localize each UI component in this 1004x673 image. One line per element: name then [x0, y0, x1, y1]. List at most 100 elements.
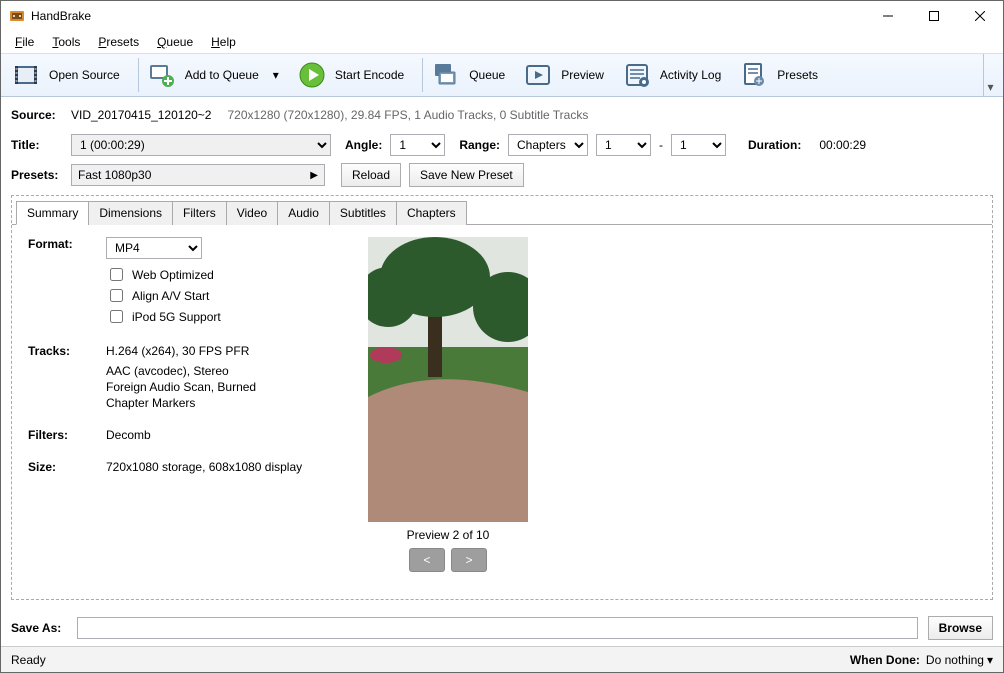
preview-next-button[interactable]: > — [451, 548, 487, 572]
queue-button[interactable]: Queue — [427, 58, 519, 92]
tab-body: Format: MP4 Web Optimized Align A/V Star… — [12, 225, 992, 599]
duration-label: Duration: — [748, 138, 801, 152]
chevron-down-icon: ▾ — [273, 68, 279, 82]
add-to-queue-label: Add to Queue — [185, 68, 259, 82]
track-line: AAC (avcodec), Stereo — [106, 364, 328, 378]
format-label: Format: — [28, 237, 106, 259]
start-encode-button[interactable]: Start Encode — [293, 58, 418, 92]
tab-dimensions[interactable]: Dimensions — [88, 201, 173, 225]
range-type-select[interactable]: Chapters — [508, 134, 588, 156]
menubar: File Tools Presets Queue Help — [1, 31, 1003, 53]
presets-button[interactable]: Presets — [735, 58, 832, 92]
range-from-select[interactable]: 1 — [596, 134, 651, 156]
ipod-checkbox[interactable]: iPod 5G Support — [106, 307, 328, 326]
queue-label: Queue — [469, 68, 505, 82]
open-source-label: Open Source — [49, 68, 120, 82]
save-as-input[interactable] — [77, 617, 918, 639]
toolbar: Open Source Add to Queue ▾ Start Encode … — [1, 53, 1003, 97]
source-label: Source: — [11, 108, 63, 122]
tab-filters[interactable]: Filters — [172, 201, 227, 225]
title-select[interactable]: 1 (00:00:29) — [71, 134, 331, 156]
tab-panel: Summary Dimensions Filters Video Audio S… — [11, 195, 993, 600]
tab-video[interactable]: Video — [226, 201, 278, 225]
save-new-preset-button[interactable]: Save New Preset — [409, 163, 524, 187]
window-title: HandBrake — [31, 9, 865, 23]
tracks-label: Tracks: — [28, 344, 106, 358]
toolbar-separator — [138, 58, 139, 92]
preview-thumbnail — [368, 237, 528, 522]
angle-label: Angle: — [345, 138, 382, 152]
open-source-button[interactable]: Open Source — [7, 58, 134, 92]
when-done-dropdown[interactable]: Do nothing ▾ — [926, 653, 993, 667]
chevron-right-icon: ▶ — [310, 170, 318, 181]
start-encode-label: Start Encode — [335, 68, 404, 82]
queue-icon — [433, 62, 459, 88]
main-content: Source: VID_20170415_120120~2 720x1280 (… — [1, 97, 1003, 646]
play-icon — [299, 62, 325, 88]
menu-file[interactable]: File — [7, 33, 42, 51]
range-separator: - — [659, 138, 663, 152]
tab-summary[interactable]: Summary — [16, 201, 89, 225]
toolbar-overflow[interactable]: ▾ — [983, 54, 997, 96]
preview-button[interactable]: Preview — [519, 58, 618, 92]
presets-icon — [741, 62, 767, 88]
web-optimized-checkbox[interactable]: Web Optimized — [106, 265, 328, 284]
presets-label: Presets — [777, 68, 818, 82]
queue-add-icon — [149, 62, 175, 88]
minimize-button[interactable] — [865, 1, 911, 31]
tab-audio[interactable]: Audio — [277, 201, 330, 225]
save-as-row: Save As: Browse — [11, 606, 993, 646]
presets-row: Presets: Fast 1080p30 ▶ Reload Save New … — [11, 163, 993, 187]
menu-presets[interactable]: Presets — [90, 33, 147, 51]
size-value: 720x1080 storage, 608x1080 display — [106, 460, 302, 474]
range-label: Range: — [459, 138, 500, 152]
app-icon — [9, 8, 25, 24]
source-meta: 720x1280 (720x1280), 29.84 FPS, 1 Audio … — [227, 108, 588, 122]
preset-combo[interactable]: Fast 1080p30 ▶ — [71, 164, 325, 186]
title-row: Title: 1 (00:00:29) Angle: 1 Range: Chap… — [11, 133, 993, 157]
preset-value: Fast 1080p30 — [78, 168, 151, 182]
menu-tools[interactable]: Tools — [44, 33, 88, 51]
filters-label: Filters: — [28, 428, 106, 442]
track-line: Chapter Markers — [106, 396, 328, 410]
filters-value: Decomb — [106, 428, 151, 442]
preview-area: Preview 2 of 10 < > — [368, 237, 528, 587]
summary-left: Format: MP4 Web Optimized Align A/V Star… — [28, 237, 328, 587]
close-button[interactable] — [957, 1, 1003, 31]
activity-icon — [624, 62, 650, 88]
preview-icon — [525, 62, 551, 88]
activity-log-button[interactable]: Activity Log — [618, 58, 735, 92]
menu-help[interactable]: Help — [203, 33, 244, 51]
activity-log-label: Activity Log — [660, 68, 721, 82]
tabs: Summary Dimensions Filters Video Audio S… — [12, 196, 992, 225]
preview-nav: < > — [409, 548, 487, 572]
align-av-checkbox[interactable]: Align A/V Start — [106, 286, 328, 305]
preview-label: Preview — [561, 68, 604, 82]
add-to-queue-button[interactable]: Add to Queue ▾ — [143, 58, 293, 92]
presets-label: Presets: — [11, 168, 63, 182]
when-done-value: Do nothing — [926, 653, 984, 667]
maximize-button[interactable] — [911, 1, 957, 31]
track-line: Foreign Audio Scan, Burned — [106, 380, 328, 394]
when-done-label: When Done: — [850, 653, 920, 667]
titlebar: HandBrake — [1, 1, 1003, 31]
source-name: VID_20170415_120120~2 — [71, 108, 211, 122]
reload-button[interactable]: Reload — [341, 163, 401, 187]
save-as-label: Save As: — [11, 621, 67, 635]
status-text: Ready — [11, 653, 850, 667]
menu-queue[interactable]: Queue — [149, 33, 201, 51]
duration-value: 00:00:29 — [819, 138, 866, 152]
format-select[interactable]: MP4 — [106, 237, 202, 259]
tab-subtitles[interactable]: Subtitles — [329, 201, 397, 225]
size-label: Size: — [28, 460, 106, 474]
preview-caption: Preview 2 of 10 — [407, 528, 490, 542]
angle-select[interactable]: 1 — [390, 134, 445, 156]
track-line: H.264 (x264), 30 FPS PFR — [106, 344, 249, 358]
chevron-down-icon: ▾ — [987, 653, 993, 667]
tab-chapters[interactable]: Chapters — [396, 201, 467, 225]
range-to-select[interactable]: 1 — [671, 134, 726, 156]
status-bar: Ready When Done: Do nothing ▾ — [1, 646, 1003, 672]
title-label: Title: — [11, 138, 63, 152]
preview-prev-button[interactable]: < — [409, 548, 445, 572]
browse-button[interactable]: Browse — [928, 616, 993, 640]
